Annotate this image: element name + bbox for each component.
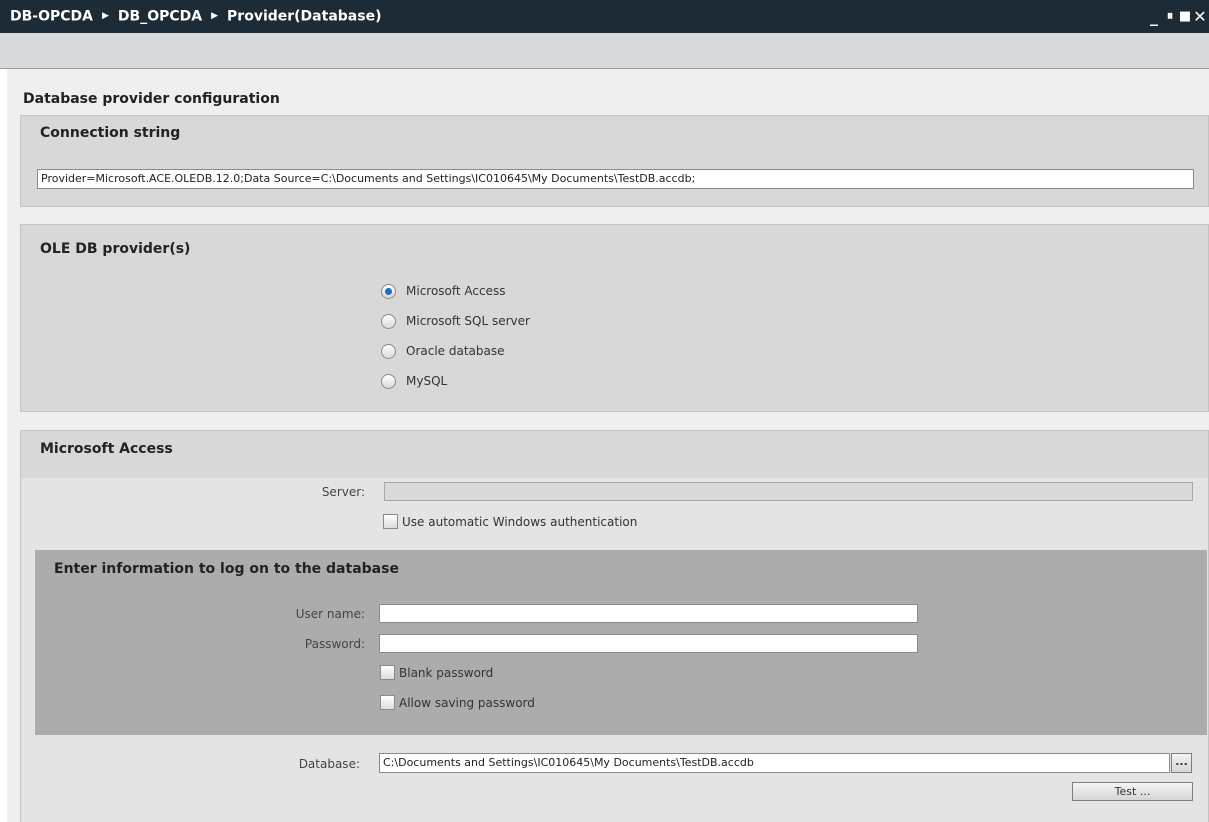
radio-icon[interactable]	[381, 373, 396, 389]
username-label: User name:	[295, 607, 365, 621]
blank-password-row[interactable]: Blank password	[380, 665, 493, 680]
microsoft-access-header: Microsoft Access	[20, 430, 1209, 478]
maximize-icon[interactable]: ■	[1178, 0, 1192, 33]
blank-password-checkbox[interactable]	[380, 665, 395, 680]
toolbar	[0, 33, 1209, 69]
password-label: Password:	[304, 637, 365, 651]
radio-label: Oracle database	[406, 344, 505, 358]
content-area: Database provider configuration Connecti…	[7, 69, 1209, 822]
test-button[interactable]: Test ...	[1072, 782, 1193, 801]
connection-string-title: Connection string	[40, 125, 181, 141]
allow-saving-password-row[interactable]: Allow saving password	[380, 695, 535, 710]
ole-db-providers-group: OLE DB provider(s) Microsoft Access Micr…	[20, 224, 1209, 412]
radio-label: Microsoft SQL server	[406, 314, 530, 328]
database-path-field[interactable]: C:\Documents and Settings\IC010645\My Do…	[379, 753, 1170, 773]
auto-auth-label: Use automatic Windows authentication	[402, 514, 638, 529]
radio-label: Microsoft Access	[406, 284, 506, 298]
radio-icon[interactable]	[381, 343, 396, 359]
radio-icon[interactable]	[381, 313, 396, 329]
password-field[interactable]	[379, 634, 918, 653]
auto-auth-checkbox-row[interactable]: Use automatic Windows authentication	[383, 514, 637, 529]
breadcrumb: DB-OPCDA ▶ DB_OPCDA ▶ Provider(Database)	[10, 0, 381, 33]
allow-saving-password-checkbox[interactable]	[380, 695, 395, 710]
auto-auth-checkbox[interactable]	[383, 514, 398, 529]
connection-string-group: Connection string Provider=Microsoft.ACE…	[20, 115, 1209, 207]
database-label: Database:	[298, 757, 360, 771]
radio-microsoft-sql-server[interactable]: Microsoft SQL server	[381, 310, 530, 332]
server-field[interactable]	[384, 482, 1193, 501]
username-field[interactable]	[379, 604, 918, 623]
microsoft-access-title: Microsoft Access	[40, 441, 173, 457]
login-panel: Enter information to log on to the datab…	[35, 550, 1207, 735]
breadcrumb-connection[interactable]: DB_OPCDA	[118, 9, 202, 25]
blank-password-label: Blank password	[399, 665, 494, 680]
radio-microsoft-access[interactable]: Microsoft Access	[381, 280, 506, 302]
page-title: Database provider configuration	[23, 91, 280, 107]
breadcrumb-project[interactable]: DB-OPCDA	[10, 9, 93, 25]
radio-selected-icon[interactable]	[381, 283, 396, 299]
split-window-icon[interactable]: ⏸	[1163, 0, 1177, 33]
radio-label: MySQL	[406, 374, 448, 388]
browse-button[interactable]: ...	[1171, 753, 1192, 773]
login-panel-title: Enter information to log on to the datab…	[54, 561, 399, 577]
breadcrumb-separator-icon: ▶	[102, 11, 109, 21]
radio-mysql[interactable]: MySQL	[381, 370, 447, 392]
radio-oracle-database[interactable]: Oracle database	[381, 340, 505, 362]
server-label: Server:	[321, 485, 365, 499]
minimize-icon[interactable]: _	[1147, 0, 1161, 33]
title-bar: DB-OPCDA ▶ DB_OPCDA ▶ Provider(Database) _ ⏸…	[0, 0, 1209, 33]
ole-db-providers-title: OLE DB provider(s)	[40, 241, 191, 257]
allow-saving-password-label: Allow saving password	[399, 695, 535, 710]
breadcrumb-separator-icon: ▶	[211, 11, 219, 21]
close-icon[interactable]: ✕	[1193, 0, 1207, 33]
connection-string-field[interactable]: Provider=Microsoft.ACE.OLEDB.12.0;Data S…	[37, 169, 1194, 189]
breadcrumb-provider: Provider(Database)	[227, 8, 382, 25]
